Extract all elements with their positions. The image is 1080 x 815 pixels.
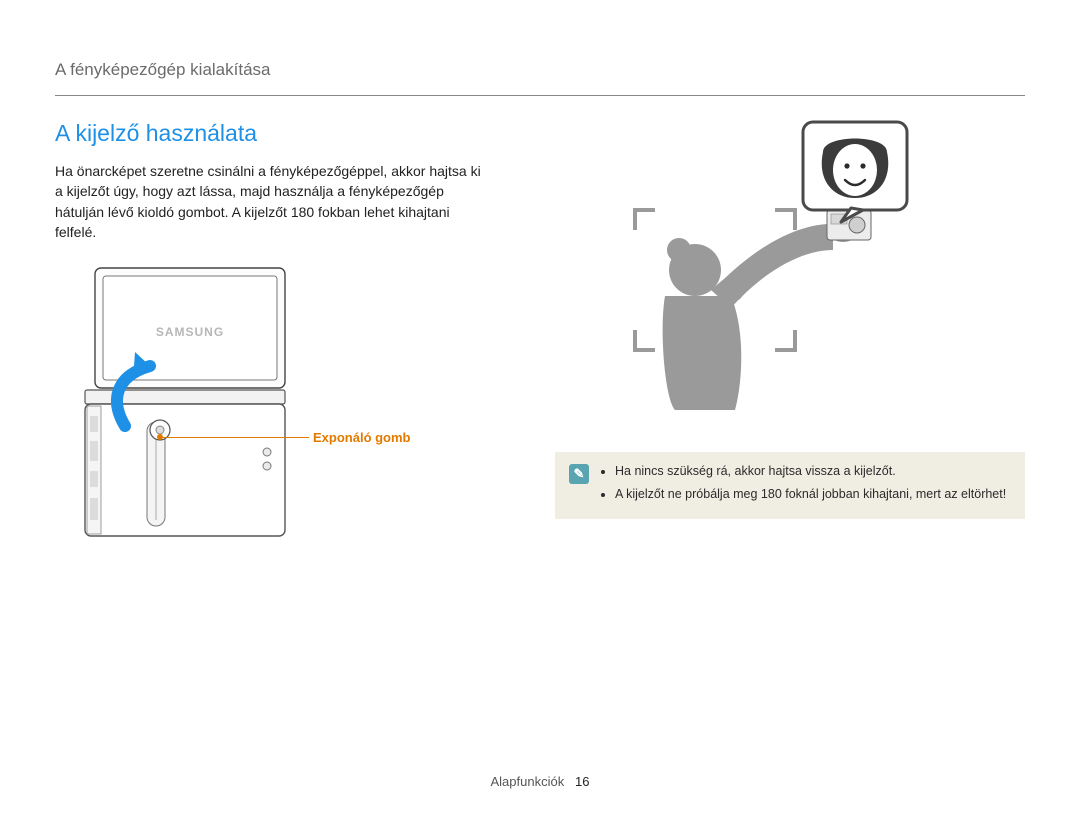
note-item: Ha nincs szükség rá, akkor hajtsa vissza… [615, 462, 1006, 481]
header-rule [55, 95, 1025, 96]
shutter-callout-label: Exponáló gomb [313, 430, 411, 445]
camera-svg: SAMSUNG [55, 266, 295, 571]
brand-text: SAMSUNG [156, 325, 224, 339]
right-column: ✎ Ha nincs szükség rá, akkor hajtsa viss… [555, 120, 1025, 571]
page-number: 16 [575, 774, 589, 789]
note-box: ✎ Ha nincs szükség rá, akkor hajtsa viss… [555, 452, 1025, 519]
camera-body-icon: SAMSUNG [55, 266, 295, 566]
selfie-figure [575, 120, 1015, 440]
section-body: Ha önarcképet szeretne csinálni a fényké… [55, 161, 485, 242]
section-title: A kijelző használata [55, 120, 525, 147]
left-column: A kijelző használata Ha önarcképet szere… [55, 120, 525, 571]
page-footer: Alapfunkciók 16 [0, 774, 1080, 789]
breadcrumb: A fényképezőgép kialakítása [55, 60, 1025, 80]
camera-figure: SAMSUNG [55, 266, 525, 571]
callout-line [159, 437, 309, 438]
note-icon: ✎ [569, 464, 589, 484]
page: A fényképezőgép kialakítása A kijelző ha… [0, 0, 1080, 815]
note-list: Ha nincs szükség rá, akkor hajtsa vissza… [599, 462, 1006, 509]
pencil-icon: ✎ [574, 464, 585, 484]
selfie-illustration-icon [575, 120, 1015, 450]
footer-section-label: Alapfunkciók [490, 774, 564, 789]
content-columns: A kijelző használata Ha önarcképet szere… [55, 120, 1025, 571]
note-item: A kijelzőt ne próbálja meg 180 foknál jo… [615, 485, 1006, 504]
